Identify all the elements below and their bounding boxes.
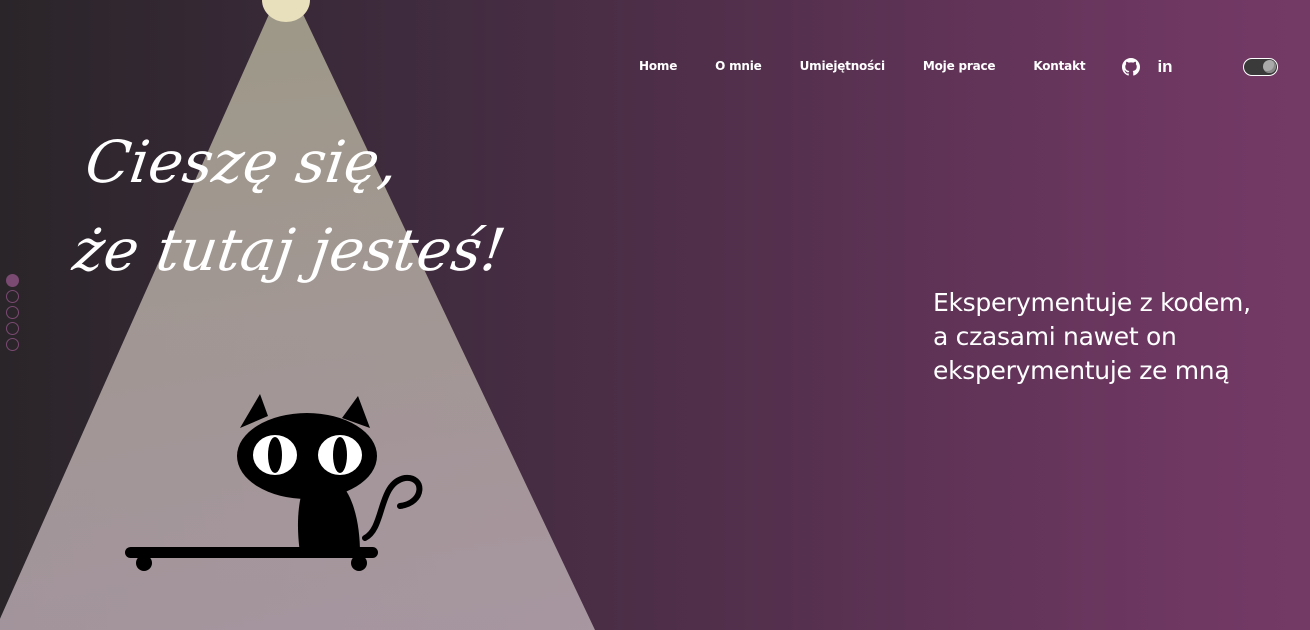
nav-contact[interactable]: Kontakt <box>1033 59 1085 73</box>
pagination-dot[interactable] <box>6 306 19 319</box>
nav-home[interactable]: Home <box>639 59 677 73</box>
cat-illustration <box>125 394 423 571</box>
toggle-knob <box>1263 60 1276 73</box>
theme-toggle[interactable] <box>1243 58 1278 76</box>
main-nav: Home O mnie Umiejętności Moje prace Kont… <box>639 59 1123 73</box>
spotlight-lamp <box>262 0 310 22</box>
social-links: in <box>1121 57 1175 77</box>
pagination-dot[interactable] <box>6 290 19 303</box>
tagline-line-3: eksperymentuje ze mną <box>933 356 1230 385</box>
tagline-line-1: Eksperymentuje z kodem, <box>933 288 1251 317</box>
hero-tagline: Eksperymentuje z kodem, a czasami nawet … <box>933 286 1273 388</box>
nav-about[interactable]: O mnie <box>715 59 762 73</box>
pagination-dot[interactable] <box>6 322 19 335</box>
nav-skills[interactable]: Umiejętności <box>800 59 885 73</box>
nav-works[interactable]: Moje prace <box>923 59 996 73</box>
section-pagination <box>6 274 19 351</box>
linkedin-icon[interactable]: in <box>1155 57 1175 77</box>
tagline-line-2: a czasami nawet on <box>933 322 1177 351</box>
pagination-dot[interactable] <box>6 274 19 287</box>
pagination-dot[interactable] <box>6 338 19 351</box>
github-icon[interactable] <box>1121 57 1141 77</box>
greeting-line-2: że tutaj jesteś! <box>69 216 510 284</box>
hero-greeting: Cieszę się, że tutaj jesteś! <box>68 118 524 294</box>
greeting-line-1: Cieszę się, <box>81 128 403 196</box>
